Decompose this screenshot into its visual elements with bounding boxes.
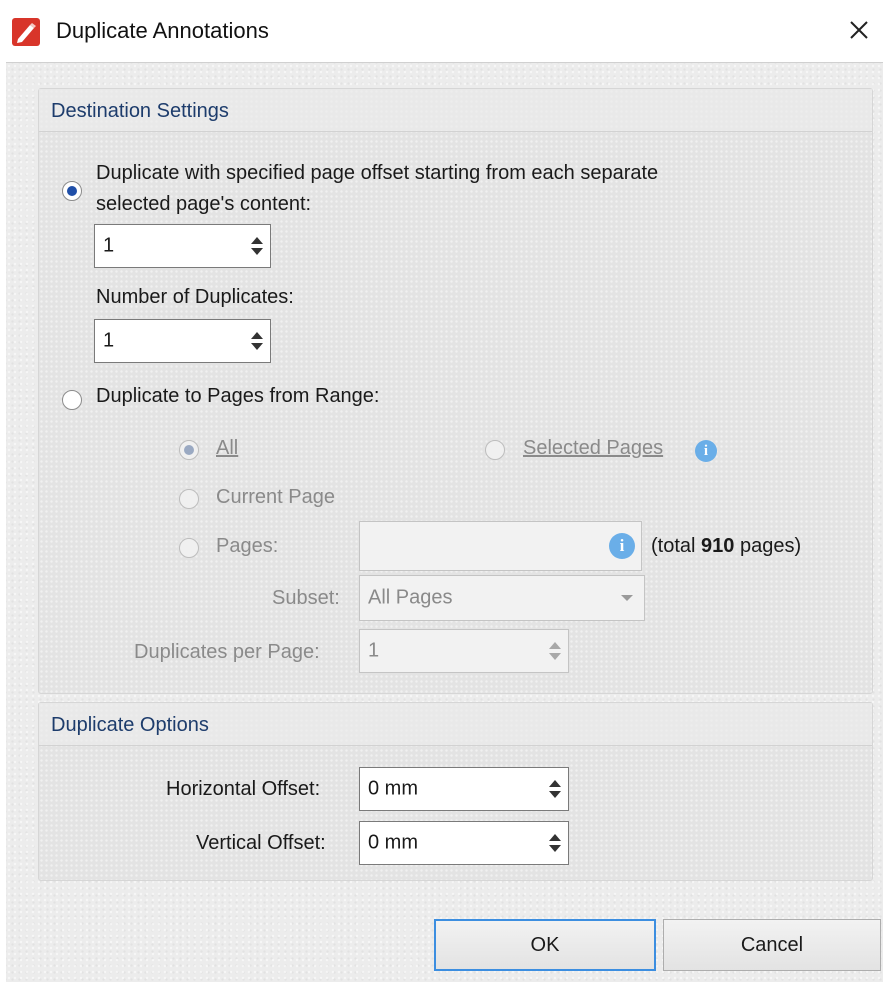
radio-all[interactable]	[179, 440, 199, 460]
spin-arrows-icon[interactable]	[548, 831, 562, 855]
subset-dropdown[interactable]: All Pages	[359, 575, 645, 621]
dup-per-page-label: Duplicates per Page:	[134, 641, 320, 663]
spin-arrows-icon[interactable]	[548, 639, 562, 663]
num-duplicates-label: Number of Duplicates:	[96, 286, 294, 308]
dup-per-page-value: 1	[368, 639, 380, 662]
num-duplicates-stepper[interactable]: 1	[94, 319, 271, 363]
duplicate-options-group: Duplicate Options Horizontal Offset: 0 m…	[38, 702, 873, 881]
vertical-offset-value: 0 mm	[368, 831, 418, 854]
horizontal-offset-label: Horizontal Offset:	[166, 778, 321, 800]
selected-pages-label: Selected Pages	[523, 437, 664, 459]
vertical-offset-label: Vertical Offset:	[196, 832, 326, 854]
window-title: Duplicate Annotations	[56, 18, 269, 43]
ok-button[interactable]: OK	[434, 919, 656, 971]
all-label: All	[216, 437, 239, 459]
chevron-down-icon	[621, 595, 633, 601]
pages-label: Pages:	[216, 535, 279, 557]
current-page-label: Current Page	[216, 486, 335, 508]
spin-arrows-icon[interactable]	[548, 777, 562, 801]
spin-arrows-icon[interactable]	[250, 329, 264, 353]
subset-value: All Pages	[368, 586, 453, 609]
radio-selected-pages[interactable]	[485, 440, 505, 460]
spin-arrows-icon[interactable]	[250, 234, 264, 258]
vertical-offset-stepper[interactable]: 0 mm	[359, 821, 569, 865]
title-bar: Duplicate Annotations	[0, 0, 889, 62]
page-range-label: Duplicate to Pages from Range:	[96, 385, 380, 407]
dup-per-page-stepper[interactable]: 1	[359, 629, 569, 673]
page-offset-value: 1	[103, 234, 115, 257]
horizontal-offset-stepper[interactable]: 0 mm	[359, 767, 569, 811]
num-duplicates-value: 1	[103, 329, 115, 352]
pdf-editor-icon	[12, 18, 40, 46]
total-pages-text: (total 910 pages)	[651, 535, 802, 557]
dialog-body: Destination Settings Duplicate with spec…	[6, 62, 883, 982]
group-title: Destination Settings	[51, 100, 229, 122]
horizontal-offset-value: 0 mm	[368, 777, 418, 800]
page-offset-label-line2: selected page's content:	[96, 193, 312, 215]
close-icon[interactable]	[843, 14, 875, 46]
page-offset-label-line1: Duplicate with specified page offset sta…	[96, 162, 659, 184]
duplicate-options-header: Duplicate Options	[39, 703, 872, 746]
cancel-button[interactable]: Cancel	[663, 919, 881, 971]
destination-settings-group: Destination Settings Duplicate with spec…	[38, 88, 873, 694]
radio-page-offset[interactable]	[62, 181, 82, 201]
ok-button-label: OK	[530, 934, 560, 956]
info-icon[interactable]: i	[609, 533, 635, 559]
cancel-button-label: Cancel	[740, 934, 804, 956]
radio-pages[interactable]	[179, 538, 199, 558]
pages-input[interactable]	[359, 521, 642, 571]
group-title: Duplicate Options	[51, 714, 209, 736]
subset-label: Subset:	[272, 587, 340, 609]
radio-page-range[interactable]	[62, 390, 82, 410]
info-icon[interactable]: i	[695, 440, 717, 462]
destination-settings-header: Destination Settings	[39, 89, 872, 132]
page-offset-stepper[interactable]: 1	[94, 224, 271, 268]
radio-current-page[interactable]	[179, 489, 199, 509]
